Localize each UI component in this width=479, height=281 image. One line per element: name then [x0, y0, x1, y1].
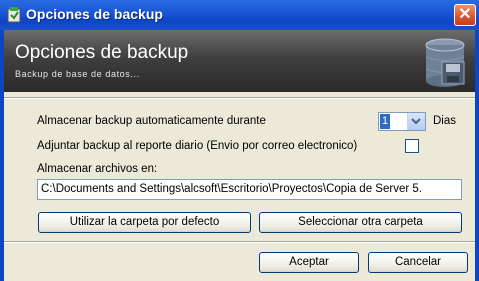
close-icon: ✕: [458, 6, 472, 23]
path-input[interactable]: C:\Documents and Settings\alcsoft\Escrit…: [37, 179, 462, 200]
attach-report-label: Adjuntar backup al reporte diario (Envio…: [37, 140, 358, 152]
cancel-button[interactable]: Cancelar: [368, 252, 468, 273]
window-border-right: [475, 30, 479, 281]
window-title: Opciones de backup: [26, 6, 163, 22]
store-files-label: Almacenar archivos en:: [37, 163, 158, 175]
auto-backup-label: Almacenar backup automaticamente durante: [37, 115, 266, 127]
days-unit-label: Dias: [433, 115, 457, 127]
days-select[interactable]: 1: [378, 112, 426, 131]
separator-bottom: [4, 241, 475, 243]
title-bar[interactable]: Opciones de backup ✕: [0, 0, 479, 31]
days-value: 1: [380, 114, 390, 129]
app-icon: [7, 7, 21, 23]
separator-top: [4, 97, 475, 99]
select-folder-button[interactable]: Seleccionar otra carpeta: [259, 212, 462, 233]
default-folder-button[interactable]: Utilizar la carpeta por defecto: [38, 212, 251, 233]
accept-button[interactable]: Aceptar: [259, 252, 359, 273]
attach-report-checkbox[interactable]: [405, 139, 419, 153]
dialog-window: Opciones de backup ✕ Opciones de backup …: [0, 0, 479, 281]
banner-title: Opciones de backup: [15, 42, 189, 63]
banner-subtitle: Backup de base de datos...: [15, 69, 140, 79]
database-icon: [425, 38, 465, 87]
close-button[interactable]: ✕: [454, 4, 476, 26]
chevron-down-icon[interactable]: [407, 113, 425, 130]
